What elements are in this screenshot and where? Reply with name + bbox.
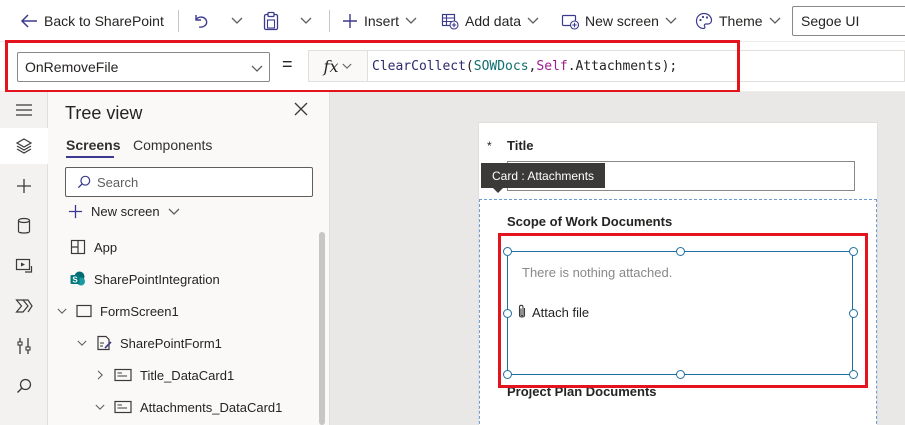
database-plus-icon — [441, 12, 459, 30]
chevron-down-icon — [300, 17, 312, 24]
undo-button[interactable] — [192, 0, 210, 42]
chevron-down-icon — [665, 17, 677, 25]
tree-view-button[interactable] — [0, 128, 48, 164]
attachments-highlight-box — [498, 233, 868, 388]
app-icon — [70, 239, 86, 255]
power-automate-rail-button[interactable] — [0, 288, 48, 324]
formula-highlight-box — [5, 40, 740, 93]
tree-item-title-datacard1[interactable]: Title_DataCard1 — [94, 362, 234, 388]
theme-label: Theme — [719, 13, 763, 29]
tree-item-label: Title_DataCard1 — [140, 367, 235, 383]
media-icon — [15, 258, 33, 273]
insert-label: Insert — [364, 13, 400, 29]
new-screen-label: New screen — [585, 13, 659, 29]
hamburger-menu-button[interactable] — [0, 92, 48, 128]
close-icon — [294, 102, 308, 116]
new-screen-label: New screen — [91, 204, 160, 219]
plus-icon — [17, 179, 31, 193]
left-rail — [0, 92, 48, 425]
search-icon — [17, 378, 32, 393]
font-family-select[interactable]: Segoe UI — [792, 6, 905, 36]
add-data-label: Add data — [465, 13, 522, 29]
tools-icon — [17, 338, 31, 354]
required-asterisk: * — [487, 139, 492, 153]
sharepoint-icon: S — [70, 271, 85, 286]
chevron-down-icon — [769, 17, 781, 25]
media-rail-button[interactable] — [0, 248, 48, 284]
tree-view-panel: Tree view Screens Components Search New … — [48, 92, 330, 425]
tree-item-label: SharePointIntegration — [94, 271, 220, 287]
chevron-down-icon — [527, 17, 539, 25]
sow-documents-label: Scope of Work Documents — [507, 214, 673, 229]
back-label: Back to SharePoint — [44, 13, 164, 29]
chevron-down-icon[interactable] — [76, 340, 88, 347]
search-rail-button[interactable] — [0, 368, 48, 404]
chevron-down-icon — [231, 17, 243, 24]
svg-text:S: S — [72, 276, 78, 285]
power-automate-icon — [15, 299, 33, 313]
tree-item-attachments-datacard1[interactable]: Attachments_DataCard1 — [94, 394, 282, 420]
theme-button[interactable]: Theme — [695, 0, 781, 42]
search-placeholder: Search — [97, 174, 139, 190]
clipboard-icon — [262, 11, 280, 31]
screen-icon — [76, 304, 92, 318]
datacard-icon — [114, 400, 132, 414]
tree-search-input[interactable]: Search — [65, 167, 313, 197]
insert-button[interactable]: Insert — [342, 0, 417, 42]
tree-item-app[interactable]: App — [70, 234, 117, 260]
new-screen-button[interactable]: New screen — [561, 0, 677, 42]
database-icon — [17, 217, 31, 234]
tab-screens[interactable]: Screens — [66, 137, 120, 153]
layers-icon — [15, 138, 33, 154]
arrow-left-icon — [20, 14, 38, 28]
chevron-right-icon[interactable] — [94, 370, 106, 380]
data-rail-button[interactable] — [0, 208, 48, 244]
advanced-tools-rail-button[interactable] — [0, 328, 48, 364]
tree-view-title: Tree view — [65, 103, 143, 123]
title-field-label: Title — [507, 138, 534, 153]
hamburger-icon — [16, 104, 32, 116]
tree-item-sharepointform1[interactable]: SharePointForm1 — [76, 330, 222, 356]
close-tree-view-button[interactable] — [294, 102, 308, 119]
datacard-icon — [114, 368, 132, 382]
tree-new-screen-button[interactable]: New screen — [68, 204, 180, 219]
undo-dropdown[interactable] — [231, 0, 243, 42]
plus-icon — [342, 13, 358, 29]
command-bar: Back to SharePoint Insert Add data New s… — [0, 0, 905, 42]
chevron-down-icon — [168, 208, 180, 215]
font-family-value: Segoe UI — [801, 13, 860, 29]
tab-components[interactable]: Components — [133, 137, 212, 153]
chevron-down-icon — [405, 17, 417, 25]
undo-icon — [192, 12, 210, 30]
back-to-sharepoint-button[interactable]: Back to SharePoint — [20, 0, 164, 42]
form-icon — [97, 335, 112, 351]
card-tooltip: Card : Attachments — [481, 163, 606, 193]
insert-rail-button[interactable] — [0, 168, 48, 204]
selected-tab-indicator — [66, 156, 114, 158]
new-screen-icon — [561, 12, 579, 30]
tree-scrollbar[interactable] — [319, 232, 325, 425]
tree-item-sharepoint-integration[interactable]: S SharePointIntegration — [70, 266, 220, 292]
add-data-button[interactable]: Add data — [441, 0, 539, 42]
tree-item-label: Attachments_DataCard1 — [140, 399, 283, 415]
divider — [178, 10, 179, 32]
palette-icon — [695, 12, 713, 30]
search-icon — [77, 175, 91, 189]
tree-item-label: App — [94, 239, 118, 255]
chevron-down-icon[interactable] — [56, 308, 68, 315]
chevron-down-icon[interactable] — [94, 404, 106, 411]
tree-item-label: SharePointForm1 — [120, 335, 222, 351]
plus-icon — [68, 204, 83, 219]
tree-item-formscreen1[interactable]: FormScreen1 — [56, 298, 179, 324]
tree-item-label: FormScreen1 — [100, 303, 179, 319]
paste-button[interactable] — [262, 0, 280, 42]
paste-dropdown[interactable] — [300, 0, 312, 42]
divider — [329, 10, 330, 32]
